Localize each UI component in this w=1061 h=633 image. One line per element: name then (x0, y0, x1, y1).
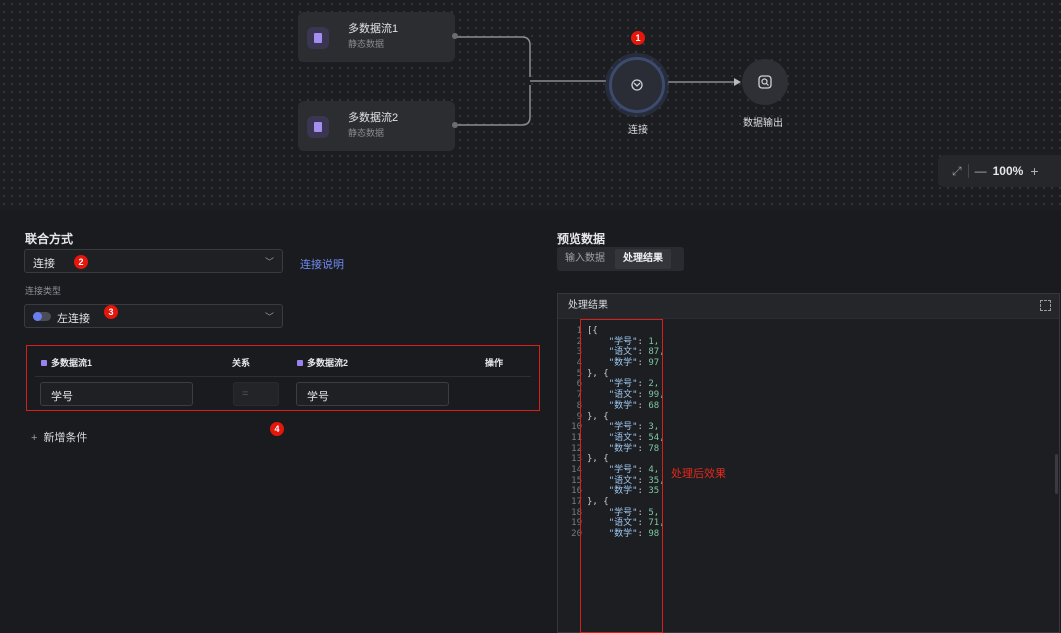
annotation-badge-3: 3 (104, 305, 118, 319)
result-title: 处理结果 (568, 300, 608, 311)
output-icon (758, 75, 772, 89)
fullscreen-icon[interactable] (1040, 300, 1051, 311)
plus-icon: + (31, 432, 38, 444)
flow-canvas[interactable]: 多数据流1 静态数据 多数据流2 静态数据 1 连接 数据输出 ⤢ — 100%… (0, 0, 1061, 210)
zoom-out-button[interactable]: — (975, 164, 987, 178)
fit-view-icon[interactable]: ⤢ (952, 164, 962, 179)
header-left-label: 多数据流1 (51, 358, 93, 368)
annotation-badge-4: 4 (270, 422, 284, 436)
database-icon (41, 360, 47, 366)
join-icon (631, 79, 643, 91)
join-type-select[interactable]: 左连接 ﹀ (24, 304, 283, 328)
header-divider (35, 376, 531, 377)
chevron-down-icon: ﹀ (264, 257, 274, 267)
node-subtitle: 静态数据 (348, 128, 385, 138)
header-left-stream: 多数据流1 (41, 356, 92, 369)
zoom-level: 100% (992, 164, 1024, 178)
union-mode-value: 连接 (33, 258, 55, 270)
scrollbar[interactable] (1055, 454, 1058, 494)
join-type-value: 左连接 (57, 313, 90, 325)
header-action: 操作 (485, 358, 504, 368)
node-subtitle: 静态数据 (348, 39, 385, 49)
join-conditions-table: 多数据流1 关系 多数据流2 操作 学号 = 学号 (26, 345, 540, 411)
union-mode-select[interactable]: 连接 ﹀ (24, 249, 283, 273)
union-mode-title: 联合方式 (25, 232, 74, 246)
join-type-label: 连接类型 (25, 286, 62, 296)
tab-process-result[interactable]: 处理结果 (615, 249, 671, 269)
header-right-label: 多数据流2 (307, 358, 349, 368)
join-node[interactable] (609, 57, 665, 113)
zoom-divider (967, 164, 969, 178)
chevron-down-icon: ﹀ (264, 312, 274, 322)
tab-input-data[interactable]: 输入数据 (557, 249, 613, 269)
preview-tabs: 输入数据 处理结果 (557, 247, 684, 271)
database-icon (307, 116, 329, 138)
add-condition-label: 新增条件 (43, 432, 88, 444)
header-right-stream: 多数据流2 (297, 356, 348, 369)
preview-title: 预览数据 (557, 232, 606, 246)
left-join-icon (33, 312, 51, 321)
left-field-select[interactable]: 学号 (40, 382, 193, 406)
join-node-label: 连接 (628, 125, 648, 136)
node-title: 多数据流1 (348, 23, 399, 35)
node-multi-stream-2[interactable]: 多数据流2 静态数据 (298, 101, 458, 151)
database-icon (307, 27, 329, 49)
database-icon (297, 360, 303, 366)
annotation-badge-1: 1 (631, 31, 645, 45)
annotation-badge-2: 2 (74, 255, 88, 269)
result-header: 处理结果 (558, 294, 1059, 319)
join-help-link[interactable]: 连接说明 (300, 256, 344, 272)
right-field-select[interactable]: 学号 (296, 382, 449, 406)
data-output-node[interactable] (742, 59, 788, 105)
annotation-processed-effect: 处理后效果 (671, 468, 726, 480)
zoom-control: ⤢ — 100% + (938, 155, 1061, 187)
node-title: 多数据流2 (348, 112, 399, 124)
output-port[interactable] (452, 33, 458, 39)
highlight-box-result (580, 319, 663, 633)
add-condition-button[interactable]: + 新增条件 (31, 429, 87, 445)
relation-select[interactable]: = (233, 382, 279, 406)
header-relation: 关系 (232, 358, 251, 368)
output-port[interactable] (452, 122, 458, 128)
output-node-label: 数据输出 (743, 118, 783, 129)
zoom-in-button[interactable]: + (1030, 163, 1038, 179)
node-multi-stream-1[interactable]: 多数据流1 静态数据 (298, 12, 458, 62)
flow-connectors (457, 36, 741, 126)
